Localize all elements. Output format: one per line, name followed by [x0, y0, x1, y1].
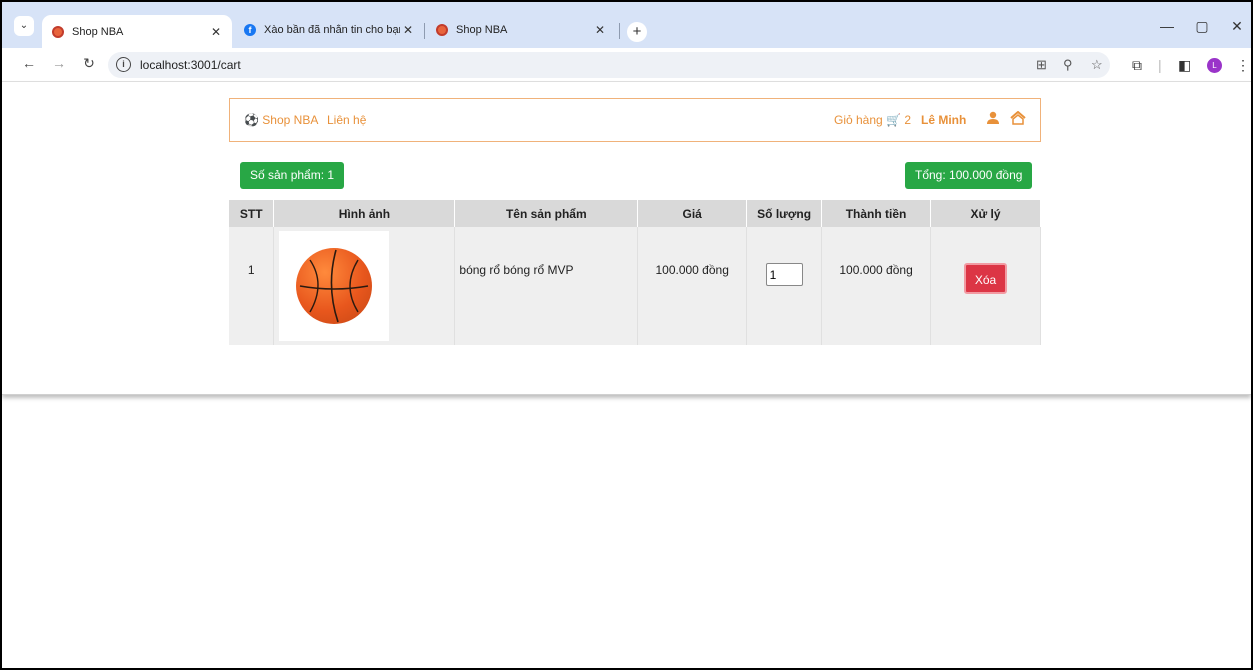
table-row: 1 bóng rổ bóng rổ MVP 100.000 đồng 1 100… — [229, 227, 1041, 345]
contact-link[interactable]: Liên hệ — [327, 113, 366, 127]
header-image: Hình ảnh — [273, 200, 456, 227]
site-navbar: ⚽ Shop NBA Liên hệ Giỏ hàng 🛒 2 Lê Minh — [229, 98, 1041, 142]
delete-button[interactable]: Xóa — [964, 263, 1007, 294]
row-quantity-cell — [746, 227, 823, 345]
browser-window: ⌄ Shop NBA ✕ f Xào bần đã nhắn tin cho b… — [0, 0, 1253, 670]
brand-link[interactable]: ⚽ Shop NBA — [244, 113, 318, 127]
total-badge: Tổng: 100.000 đồng — [905, 162, 1033, 189]
header-product-name: Tên sản phẩm — [454, 200, 639, 227]
header-stt: STT — [229, 200, 275, 227]
row-price: 100.000 đồng — [637, 227, 748, 345]
row-action-cell: Xóa — [930, 227, 1041, 345]
back-arrow-icon[interactable]: ← — [20, 55, 38, 71]
reload-icon[interactable]: ↻ — [80, 55, 98, 72]
tab-search-icon[interactable]: ⌄ — [14, 16, 34, 36]
address-bar: ← → ↻ i localhost:3001/cart ⊞ ⚲ ☆ ⧉ | ◧ … — [2, 48, 1251, 82]
toolbar-divider: | — [1158, 57, 1162, 73]
row-subtotal: 100.000 đồng — [821, 227, 932, 345]
tab-facebook[interactable]: f Xào bần đã nhắn tin cho bạn ✕ — [234, 15, 424, 45]
forward-arrow-icon[interactable]: → — [50, 55, 68, 71]
restore-icon[interactable]: ▢ — [1192, 18, 1212, 35]
header-quantity: Số lượng — [746, 200, 823, 227]
cart-icon: 🛒 — [886, 113, 901, 127]
bookmark-star-icon[interactable]: ☆ — [1091, 57, 1103, 73]
tab-separator — [619, 23, 620, 39]
side-panel-icon[interactable]: ◧ — [1178, 57, 1191, 74]
close-icon[interactable]: ✕ — [208, 25, 224, 39]
user-name-link[interactable]: Lê Minh — [921, 113, 966, 127]
new-tab-icon[interactable]: + — [627, 22, 647, 42]
close-icon[interactable]: ✕ — [400, 23, 416, 37]
quantity-input[interactable] — [765, 263, 803, 286]
product-image[interactable] — [279, 231, 390, 341]
tab-title: Xào bần đã nhắn tin cho bạn — [264, 24, 400, 36]
profile-avatar-icon[interactable]: L — [1207, 58, 1222, 73]
page-content: ⚽ Shop NBA Liên hệ Giỏ hàng 🛒 2 Lê Minh … — [2, 82, 1251, 395]
omnibox[interactable]: i localhost:3001/cart ⊞ ⚲ ☆ — [108, 52, 1110, 78]
row-image-cell — [273, 227, 456, 345]
extensions-icon[interactable]: ⧉ — [1132, 57, 1142, 74]
user-icon[interactable] — [986, 111, 1000, 128]
basketball-image — [296, 248, 373, 324]
row-index: 1 — [229, 227, 275, 345]
row-product-name: bóng rổ bóng rổ MVP — [454, 227, 639, 345]
header-price: Giá — [637, 200, 748, 227]
facebook-icon: f — [244, 24, 256, 36]
home-icon[interactable] — [1010, 110, 1026, 128]
menu-kebab-icon[interactable]: ⋮ — [1236, 57, 1250, 74]
tab-shop-nba-1[interactable]: Shop NBA ✕ — [42, 15, 232, 48]
tab-title: Shop NBA — [456, 24, 508, 36]
basketball-icon — [436, 24, 448, 36]
site-info-icon[interactable]: i — [116, 57, 131, 72]
tab-shop-nba-2[interactable]: Shop NBA ✕ — [426, 15, 616, 45]
url-text[interactable]: localhost:3001/cart — [140, 58, 241, 72]
translate-icon[interactable]: ⊞ — [1036, 57, 1047, 73]
basketball-icon — [52, 25, 64, 38]
minimize-icon[interactable]: — — [1157, 18, 1177, 34]
zoom-icon[interactable]: ⚲ — [1063, 57, 1073, 73]
cart-label: Giỏ hàng — [834, 113, 883, 127]
header-action: Xử lý — [930, 200, 1041, 227]
cart-link[interactable]: Giỏ hàng 🛒 2 — [834, 113, 911, 127]
close-icon[interactable]: ✕ — [592, 23, 608, 37]
brand-label: Shop NBA — [262, 113, 319, 127]
basketball-icon: ⚽ — [244, 113, 259, 127]
cart-table: STT Hình ảnh Tên sản phẩm Giá Số lượng T… — [229, 200, 1041, 345]
cart-count: 2 — [904, 113, 912, 127]
table-header-row: STT Hình ảnh Tên sản phẩm Giá Số lượng T… — [229, 200, 1041, 227]
tab-separator — [424, 23, 425, 39]
product-count-badge: Số sản phẩm: 1 — [240, 162, 345, 189]
header-subtotal: Thành tiền — [821, 200, 932, 227]
tab-title: Shop NBA — [72, 25, 124, 38]
tab-bar: ⌄ Shop NBA ✕ f Xào bần đã nhắn tin cho b… — [2, 2, 1251, 48]
window-close-icon[interactable]: ✕ — [1227, 18, 1247, 35]
